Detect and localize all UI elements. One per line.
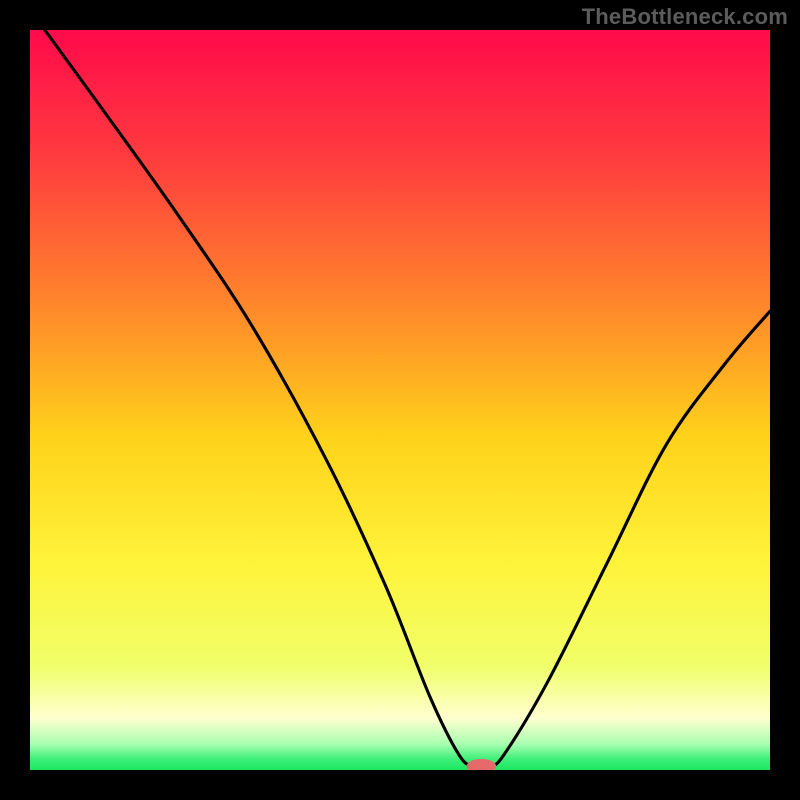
plot-background (30, 30, 770, 770)
plot-area (30, 30, 770, 770)
chart-svg (30, 30, 770, 770)
watermark-text: TheBottleneck.com (582, 4, 788, 30)
chart-container: TheBottleneck.com (0, 0, 800, 800)
